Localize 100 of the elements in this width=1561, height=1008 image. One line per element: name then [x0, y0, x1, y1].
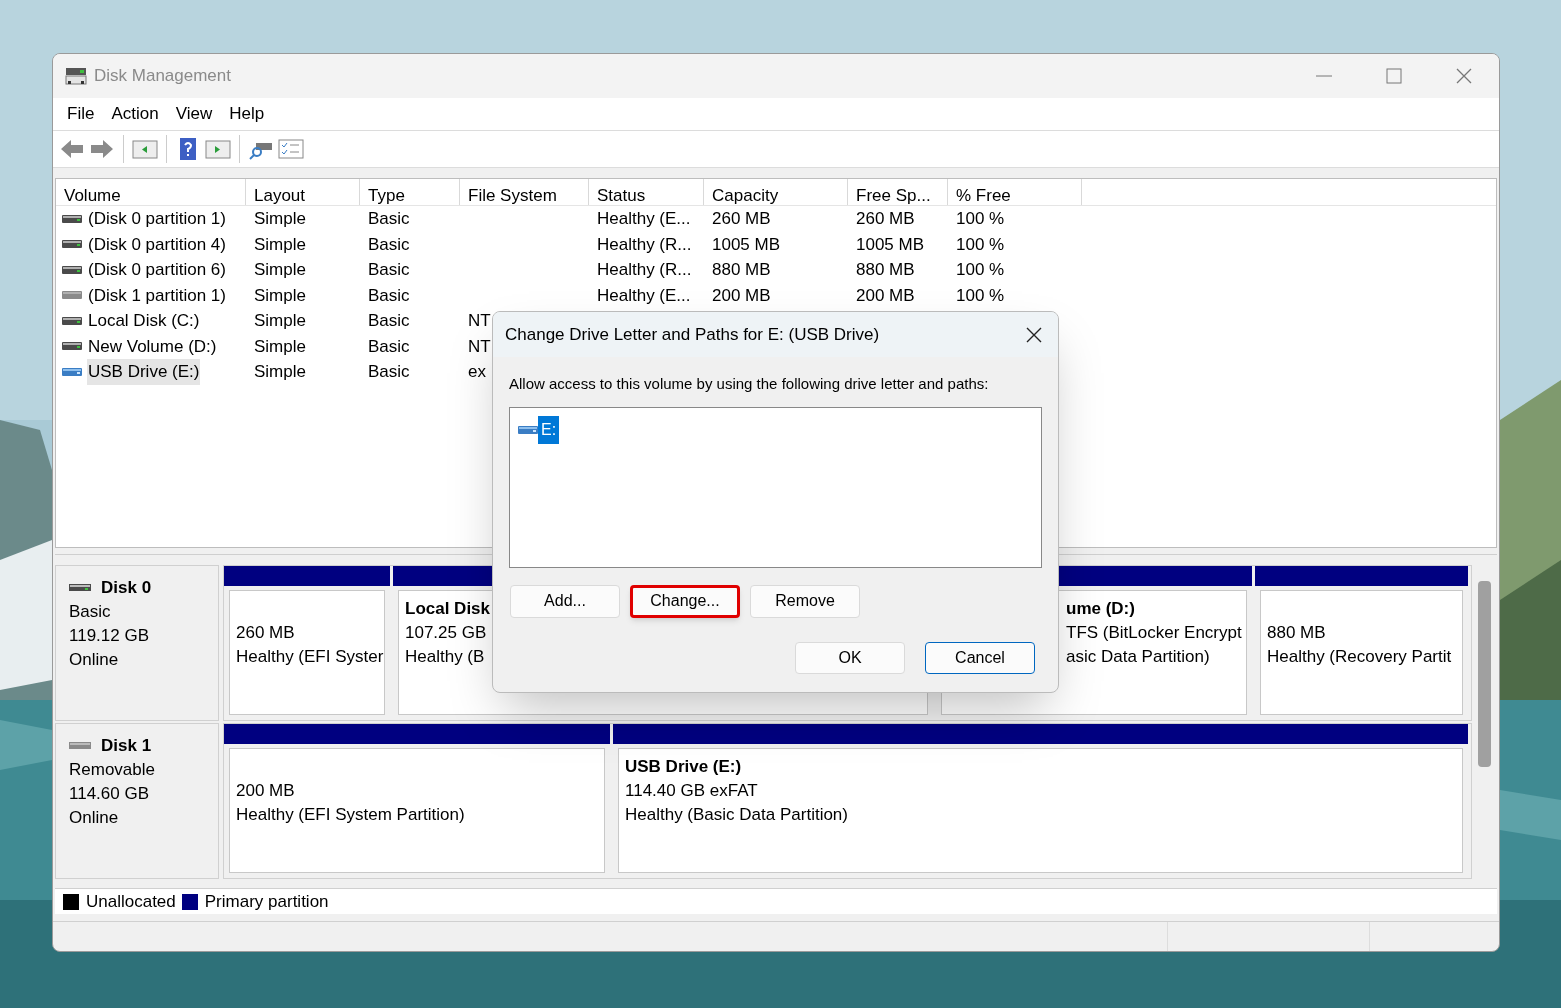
action-button[interactable]: Remove — [750, 584, 860, 618]
table-cell: 1005 MB — [856, 234, 925, 254]
table-cell: Healthy (R... — [597, 260, 692, 279]
drive-icon — [62, 213, 82, 224]
volume-name[interactable]: (Disk 1 partition 1) — [87, 282, 227, 308]
drive-icon — [62, 264, 82, 275]
table-cell: Basic — [368, 336, 410, 356]
table-cell: Simple — [254, 285, 306, 305]
drive-icon — [62, 341, 82, 352]
partition-info: 114.40 GB exFAT — [625, 780, 758, 802]
table-cell: Basic — [368, 209, 410, 228]
volume-name[interactable]: (Disk 0 partition 4) — [87, 231, 227, 257]
menu-item[interactable]: View — [167, 101, 221, 127]
table-cell: Simple — [254, 260, 306, 279]
disk-size: 114.60 GB — [69, 783, 151, 805]
partition-info: 260 MB — [236, 622, 295, 644]
dialog-title: Change Drive Letter and Paths for E: (USB Drive) — [505, 323, 880, 346]
column-header[interactable]: Layout — [246, 179, 360, 205]
table-cell: Basic — [368, 234, 410, 254]
partition-info: TFS (BitLocker Encrypt — [1066, 622, 1242, 644]
back-arrow-icon[interactable] — [59, 137, 85, 161]
volume-name[interactable]: (Disk 0 partition 6) — [87, 257, 227, 283]
table-cell: 200 MB — [712, 285, 771, 305]
menu-item[interactable]: File — [59, 101, 103, 127]
column-header[interactable]: File System — [460, 179, 589, 205]
table-cell: Healthy (E... — [597, 285, 691, 305]
drive-icon — [62, 239, 82, 250]
disk-status: Online — [69, 807, 120, 829]
dialog-button[interactable]: OK — [795, 641, 905, 674]
panel-icon[interactable] — [132, 137, 158, 161]
table-cell: Simple — [254, 209, 306, 228]
disk-name: Disk 0 — [101, 577, 152, 599]
action-button[interactable]: Change... — [630, 584, 740, 618]
disk-label[interactable]: Disk 1 Removable 114.60 GB Online — [55, 723, 219, 879]
volume-name[interactable]: USB Drive (E:) — [87, 359, 201, 385]
table-cell: Simple — [254, 362, 306, 381]
drive-icon — [62, 366, 82, 377]
table-cell: 260 MB — [856, 209, 915, 228]
table-cell: 880 MB — [712, 260, 771, 279]
dialog-button[interactable]: Cancel — [925, 641, 1035, 674]
drive-icon — [518, 424, 538, 435]
table-cell: NT — [468, 311, 491, 330]
partition-info: 200 MB — [236, 780, 295, 802]
dialog-prompt: Allow access to this volume by using the following drive letter and paths: — [509, 374, 990, 394]
volume-name[interactable]: New Volume (D:) — [87, 333, 218, 359]
volume-name[interactable]: (Disk 0 partition 1) — [87, 206, 227, 232]
menu-item[interactable]: Help — [221, 101, 273, 127]
panel-icon[interactable] — [205, 137, 231, 161]
drive-icon — [62, 315, 82, 326]
disk-name: Disk 1 — [101, 735, 152, 757]
action-button[interactable]: Add... — [510, 584, 620, 618]
table-cell: 880 MB — [856, 260, 915, 279]
checklist-icon[interactable] — [278, 137, 304, 161]
partition-name: ume (D:) — [1066, 599, 1135, 618]
partition-info: Healthy (EFI Syster — [236, 646, 384, 668]
disk-label[interactable]: Disk 0 Basic 119.12 GB Online — [55, 565, 219, 721]
partition-info: 107.25 GB — [405, 622, 487, 644]
column-header[interactable]: Status — [589, 179, 704, 205]
table-cell: Healthy (E... — [597, 209, 691, 228]
partition-info: Healthy (Basic Data Partition) — [625, 804, 848, 826]
close-icon[interactable] — [1025, 325, 1043, 344]
table-cell: Simple — [254, 311, 306, 330]
partition-name: USB Drive (E:) — [625, 757, 742, 776]
partition-info: 880 MB — [1267, 622, 1326, 644]
table-cell: Simple — [254, 234, 306, 254]
drive-icon — [62, 290, 82, 301]
table-cell: 100 % — [956, 234, 1005, 254]
table-cell: ex — [468, 362, 486, 381]
legend-label: Unallocated — [86, 890, 176, 913]
column-header[interactable]: Volume — [56, 179, 246, 205]
table-cell: 100 % — [956, 285, 1005, 305]
partition-info: Healthy (EFI System Partition) — [236, 804, 465, 826]
legend-label: Primary partition — [204, 890, 329, 913]
forward-arrow-icon[interactable] — [89, 137, 115, 161]
table-cell: Basic — [368, 362, 410, 381]
disk-drive-icon — [65, 66, 87, 86]
path-item[interactable]: E: — [538, 415, 560, 444]
window-title: Disk Management — [94, 65, 231, 88]
scrollbar[interactable] — [1478, 581, 1491, 767]
table-cell: Basic — [368, 311, 410, 330]
column-header[interactable]: Free Sp... — [848, 179, 948, 205]
table-cell: Basic — [368, 260, 410, 279]
partition-name: Local Disk — [405, 599, 491, 618]
disk-type: Basic — [69, 601, 112, 623]
menu-item[interactable]: Action — [103, 101, 167, 127]
disk-size: 119.12 GB — [69, 625, 151, 647]
column-header[interactable]: Capacity — [704, 179, 848, 205]
column-header[interactable]: % Free — [948, 179, 1082, 205]
column-header[interactable]: Type — [360, 179, 460, 205]
partition-info: Healthy (Recovery Partit — [1267, 646, 1452, 668]
table-cell: 100 % — [956, 260, 1005, 279]
table-cell: Healthy (R... — [597, 234, 692, 254]
table-cell: NT — [468, 336, 491, 356]
table-cell: 100 % — [956, 209, 1005, 228]
volume-name[interactable]: Local Disk (C:) — [87, 308, 201, 334]
disk-type: Removable — [69, 759, 156, 781]
table-cell: Simple — [254, 336, 306, 356]
partition-info: Healthy (B — [405, 646, 485, 668]
partition-info: asic Data Partition) — [1066, 646, 1210, 668]
disk-status: Online — [69, 649, 120, 671]
